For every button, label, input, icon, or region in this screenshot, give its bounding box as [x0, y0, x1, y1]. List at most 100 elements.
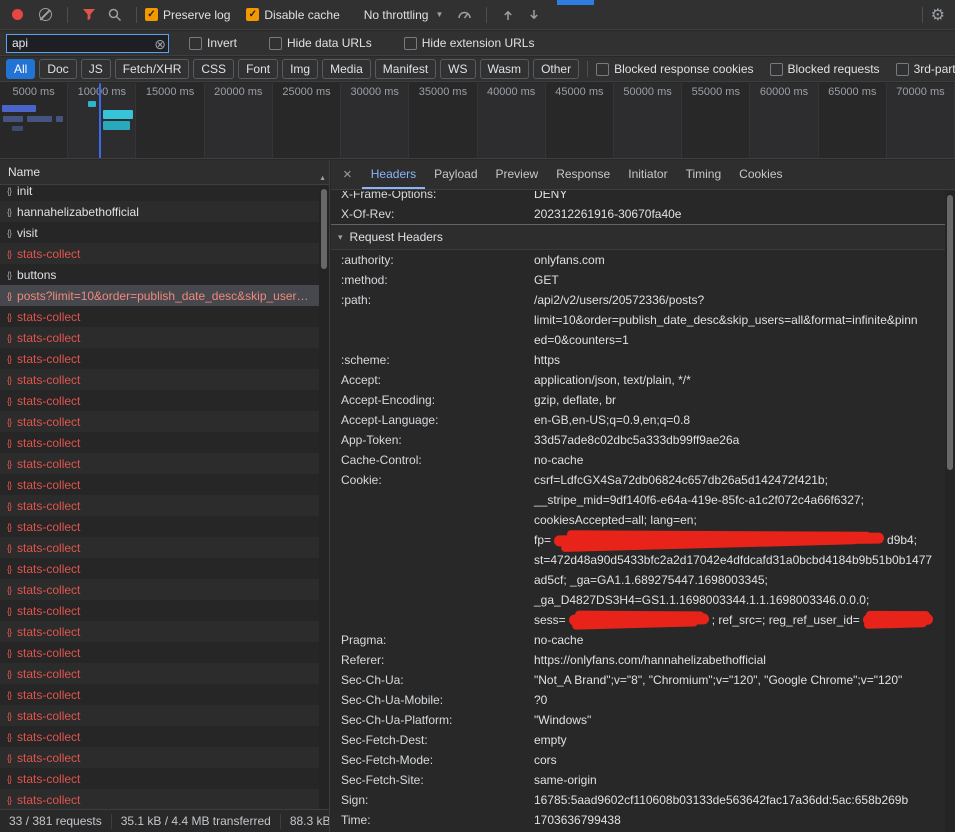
type-filter-bar: AllDocJSFetch/XHRCSSFontImgMediaManifest… — [0, 57, 955, 82]
request-row[interactable]: {}stats-collect — [0, 579, 319, 600]
checkbox-unchecked[interactable] — [596, 63, 609, 76]
type-filter-font[interactable]: Font — [238, 59, 278, 79]
close-icon[interactable]: × — [331, 166, 362, 183]
disable-cache-checkbox[interactable]: Disable cache — [246, 8, 339, 22]
type-filter-ws[interactable]: WS — [440, 59, 475, 79]
type-filter-wasm[interactable]: Wasm — [480, 59, 530, 79]
request-row[interactable]: {}stats-collect — [0, 411, 319, 432]
request-row[interactable]: {}stats-collect — [0, 558, 319, 579]
request-row[interactable]: {}stats-collect — [0, 537, 319, 558]
filter-input-box[interactable]: ⊗ — [6, 34, 169, 53]
type-filter-other[interactable]: Other — [533, 59, 579, 79]
request-row[interactable]: {}stats-collect — [0, 516, 319, 537]
filter-checkbox-3rd-party-requests[interactable]: 3rd-party requests — [896, 62, 955, 76]
tab-response[interactable]: Response — [547, 160, 619, 189]
type-filter-fetch-xhr[interactable]: Fetch/XHR — [115, 59, 190, 79]
header-value: onlyfans.com — [534, 250, 605, 270]
checkbox-unchecked[interactable] — [189, 37, 202, 50]
settings-gear-icon[interactable]: ⚙ — [931, 5, 945, 25]
header-name: Referer: — [341, 650, 534, 670]
request-row[interactable]: {}stats-collect — [0, 306, 319, 327]
request-row[interactable]: {}buttons — [0, 264, 319, 285]
type-filter-manifest[interactable]: Manifest — [375, 59, 436, 79]
header-value-line: cookiesAccepted=all; lang=en; — [534, 510, 936, 530]
checkbox-unchecked[interactable] — [896, 63, 909, 76]
disclosure-triangle-icon[interactable]: ▾ — [338, 232, 343, 243]
request-row[interactable]: {}stats-collect — [0, 600, 319, 621]
request-row[interactable]: {}stats-collect — [0, 390, 319, 411]
export-har-icon[interactable] — [527, 8, 541, 22]
filter-checkbox-blocked-requests[interactable]: Blocked requests — [770, 62, 880, 76]
header-value: empty — [534, 730, 567, 750]
search-icon[interactable] — [108, 8, 122, 22]
request-row[interactable]: {}posts?limit=10&order=publish_date_desc… — [0, 285, 319, 306]
type-filter-doc[interactable]: Doc — [39, 59, 76, 79]
record-button[interactable] — [12, 9, 23, 20]
preserve-log-checkbox[interactable]: Preserve log — [145, 8, 230, 22]
filter-checkbox-blocked-response-cookies[interactable]: Blocked response cookies — [596, 62, 753, 76]
request-row[interactable]: {}stats-collect — [0, 747, 319, 768]
request-headers-section[interactable]: ▾ Request Headers — [331, 225, 945, 250]
type-filter-css[interactable]: CSS — [193, 59, 234, 79]
header-row: App-Token:33d57ade8c02dbc5a333db99ff9ae2… — [331, 430, 945, 450]
request-row[interactable]: {}stats-collect — [0, 621, 319, 642]
request-name: hannahelizabethofficial — [17, 205, 139, 219]
request-row[interactable]: {}stats-collect — [0, 663, 319, 684]
request-row[interactable]: {}init — [0, 186, 319, 201]
checkbox-unchecked[interactable] — [770, 63, 783, 76]
request-row[interactable]: {}stats-collect — [0, 495, 319, 516]
type-filter-all[interactable]: All — [6, 59, 35, 79]
details-scrollbar[interactable] — [945, 191, 955, 832]
import-har-icon[interactable] — [501, 8, 515, 22]
type-filter-img[interactable]: Img — [282, 59, 318, 79]
checkbox-label: Invert — [207, 36, 237, 50]
checkbox-checked[interactable] — [246, 8, 259, 21]
request-row[interactable]: {}stats-collect — [0, 768, 319, 789]
header-name: :scheme: — [341, 350, 534, 370]
request-row[interactable]: {}stats-collect — [0, 705, 319, 726]
scrollbar-thumb[interactable] — [321, 189, 327, 269]
request-row[interactable]: {}visit — [0, 222, 319, 243]
request-row[interactable]: {}stats-collect — [0, 432, 319, 453]
request-row[interactable]: {}stats-collect — [0, 726, 319, 747]
checkbox-unchecked[interactable] — [269, 37, 282, 50]
header-name: Sec-Fetch-Dest: — [341, 730, 534, 750]
network-overview[interactable]: 5000 ms10000 ms15000 ms20000 ms25000 ms3… — [0, 83, 955, 159]
request-row[interactable]: {}stats-collect — [0, 327, 319, 348]
request-list-scrollbar[interactable] — [319, 186, 329, 809]
request-row[interactable]: {}stats-collect — [0, 243, 319, 264]
type-filter-media[interactable]: Media — [322, 59, 371, 79]
type-filter-js[interactable]: JS — [81, 59, 111, 79]
hide-data-urls-checkbox[interactable]: Hide data URLs — [269, 36, 372, 50]
tab-payload[interactable]: Payload — [425, 160, 486, 189]
filter-funnel-icon[interactable] — [82, 8, 96, 21]
request-row[interactable]: {}stats-collect — [0, 789, 319, 809]
tab-cookies[interactable]: Cookies — [730, 160, 791, 189]
hide-extension-urls-checkbox[interactable]: Hide extension URLs — [404, 36, 535, 50]
request-row[interactable]: {}stats-collect — [0, 369, 319, 390]
scroll-up-icon[interactable]: ▲ — [319, 175, 326, 182]
request-row[interactable]: {}stats-collect — [0, 642, 319, 663]
header-value-line: ed=0&counters=1 — [534, 330, 918, 350]
request-row[interactable]: {}stats-collect — [0, 453, 319, 474]
filter-input[interactable] — [7, 36, 168, 50]
network-conditions-icon[interactable] — [457, 8, 472, 21]
request-name: stats-collect — [17, 667, 80, 681]
request-row[interactable]: {}hannahelizabethofficial — [0, 201, 319, 222]
tab-initiator[interactable]: Initiator — [619, 160, 676, 189]
invert-checkbox[interactable]: Invert — [189, 36, 237, 50]
checkbox-checked[interactable] — [145, 8, 158, 21]
tab-timing[interactable]: Timing — [677, 160, 731, 189]
clear-filter-icon[interactable]: ⊗ — [154, 36, 166, 52]
tab-preview[interactable]: Preview — [487, 160, 548, 189]
request-row[interactable]: {}stats-collect — [0, 474, 319, 495]
throttling-dropdown[interactable]: No throttling ▼ — [364, 8, 444, 22]
request-row[interactable]: {}stats-collect — [0, 348, 319, 369]
name-column-header[interactable]: Name ▲ — [0, 160, 329, 185]
scrollbar-thumb[interactable] — [947, 195, 953, 470]
tab-headers[interactable]: Headers — [362, 160, 425, 189]
clear-requests-icon[interactable] — [39, 8, 52, 21]
checkbox-unchecked[interactable] — [404, 37, 417, 50]
header-row: :authority:onlyfans.com — [331, 250, 945, 270]
request-row[interactable]: {}stats-collect — [0, 684, 319, 705]
